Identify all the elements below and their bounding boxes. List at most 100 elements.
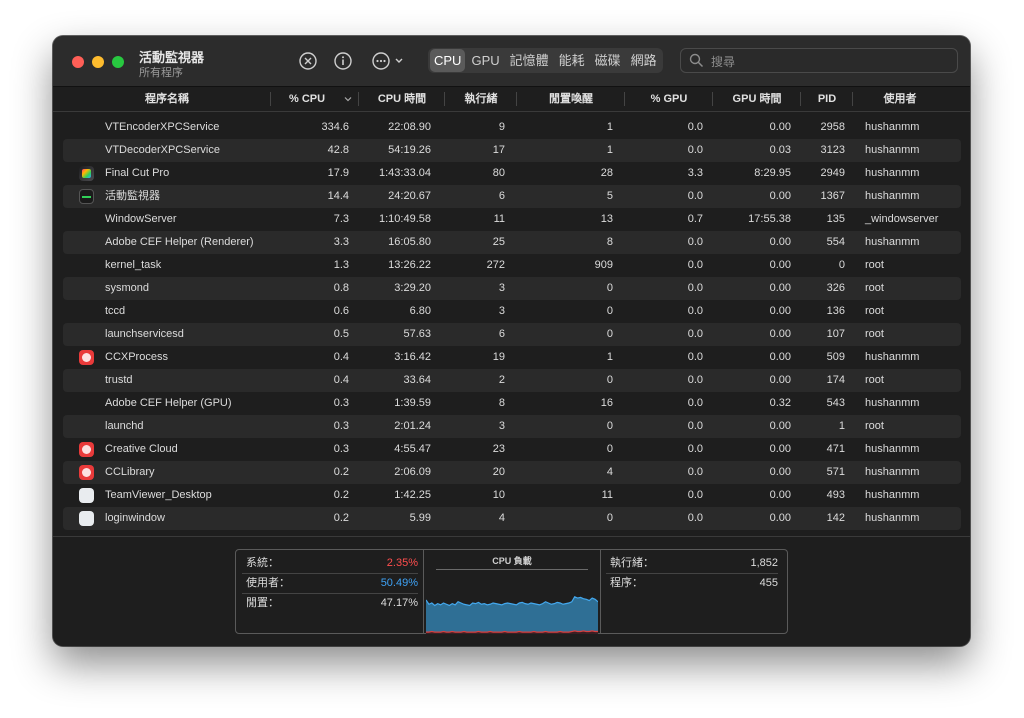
- thread-count: 17: [492, 144, 505, 156]
- idle-wake-ups: 0: [606, 328, 613, 340]
- thread-count: 9: [498, 121, 505, 133]
- info-icon[interactable]: [333, 51, 353, 71]
- table-row[interactable]: CCXProcess 0.4 3:16.42 19 1 0.0 0.00 509 hushanm…: [63, 346, 961, 369]
- table-row[interactable]: sysmond 0.8 3:29.20 3 0 0.0 0.00 326 root: [63, 277, 961, 300]
- cpu-time: 57.63: [403, 328, 431, 340]
- tab-cpu[interactable]: CPU: [430, 49, 466, 72]
- table-row[interactable]: CCLibrary 0.2 2:06.09 20 4 0.0 0.00 571 hushanmm: [63, 461, 961, 484]
- table-row[interactable]: 活動監視器 14.4 24:20.67 6 5 0.0 0.00 1367 hushanmm: [63, 185, 961, 208]
- column-header-gpu-time[interactable]: GPU 時間: [713, 87, 801, 111]
- sort-descending-icon: [344, 95, 352, 103]
- tab-network[interactable]: 網路: [627, 48, 661, 73]
- cpu-summary-panel: 系統： 2.35% 使用者： 50.49% 閒置： 47.17% CPU 負載: [235, 549, 788, 634]
- zoom-window-button[interactable]: [112, 56, 124, 68]
- idle-cpu-stat: 閒置： 47.17%: [242, 594, 418, 613]
- column-header-process-name[interactable]: 程序名稱: [63, 87, 271, 111]
- table-row[interactable]: VTDecoderXPCService 42.8 54:19.26 17 1 0.0 0.0…: [63, 139, 961, 162]
- idle-wake-ups: 909: [594, 259, 613, 271]
- gpu-percent: 0.0: [687, 466, 703, 478]
- user-name: root: [865, 305, 884, 317]
- table-row[interactable]: VTEncoderXPCService 334.6 22:08.90 9 1 0.0 0.0…: [63, 116, 961, 139]
- tab-energy[interactable]: 能耗: [555, 48, 589, 73]
- table-row[interactable]: launchd 0.3 2:01.24 3 0 0.0 0.00 1 root: [63, 415, 961, 438]
- table-row[interactable]: loginwindow 0.2 5.99 4 0 0.0 0.00 142 hushanmm: [63, 507, 961, 530]
- idle-wake-ups: 28: [600, 167, 613, 179]
- gpu-time: 0.00: [769, 351, 791, 363]
- thread-count: 3: [498, 305, 505, 317]
- tab-disk[interactable]: 磁碟: [591, 48, 625, 73]
- idle-cpu-value: 47.17%: [380, 597, 418, 609]
- creative-cloud-icon: [79, 465, 94, 480]
- close-window-button[interactable]: [72, 56, 84, 68]
- gpu-time: 0.00: [769, 236, 791, 248]
- idle-wake-ups: 8: [606, 236, 613, 248]
- column-header-gpu-percent[interactable]: % GPU: [625, 87, 713, 111]
- cpu-percent: 0.3: [333, 397, 349, 409]
- idle-wake-ups: 13: [600, 213, 613, 225]
- cpu-summary-footer: 系統： 2.35% 使用者： 50.49% 閒置： 47.17% CPU 負載: [53, 536, 970, 646]
- idle-wake-ups: 0: [606, 282, 613, 294]
- user-name: hushanmm: [865, 489, 920, 501]
- thread-process-stats: 執行緒： 1,852 程序： 455: [606, 554, 778, 593]
- gpu-time: 0.32: [769, 397, 791, 409]
- window-subtitle[interactable]: 所有程序: [139, 64, 183, 80]
- user-name: hushanmm: [865, 512, 920, 524]
- thread-count: 80: [492, 167, 505, 179]
- gpu-time: 0.00: [769, 374, 791, 386]
- user-name: root: [865, 259, 884, 271]
- idle-wake-ups: 11: [601, 489, 613, 501]
- cpu-time: 1:39.59: [394, 397, 431, 409]
- table-row[interactable]: trustd 0.4 33.64 2 0 0.0 0.00 174 root: [63, 369, 961, 392]
- column-header-threads[interactable]: 執行緒: [445, 87, 517, 111]
- column-header-cpu-time[interactable]: CPU 時間: [359, 87, 445, 111]
- activity-monitor-window: 活動監視器 所有程序 CPU GPU 記憶體 能耗 磁碟 網路 程序名稱: [53, 36, 970, 646]
- column-header-idle-wake-ups[interactable]: 閒置喚醒: [517, 87, 625, 111]
- gpu-time: 0.00: [769, 259, 791, 271]
- table-row[interactable]: Creative Cloud 0.3 4:55.47 23 0 0.0 0.00 471 hus…: [63, 438, 961, 461]
- search-input[interactable]: [709, 51, 953, 72]
- table-row[interactable]: kernel_task 1.3 13:26.22 272 909 0.0 0.00 0 root: [63, 254, 961, 277]
- pid: 509: [826, 351, 845, 363]
- column-header-user[interactable]: 使用者: [853, 87, 947, 111]
- table-header: 程序名稱 % CPU CPU 時間 執行緒 閒置喚醒 % GPU GPU 時間 …: [53, 87, 970, 112]
- table-row[interactable]: launchservicesd 0.5 57.63 6 0 0.0 0.00 107 root: [63, 323, 961, 346]
- thread-count: 11: [493, 213, 505, 225]
- cpu-time: 3:16.42: [394, 351, 431, 363]
- process-table[interactable]: VTEncoderXPCService 334.6 22:08.90 9 1 0.0 0.0…: [53, 116, 970, 534]
- gpu-time: 0.00: [769, 121, 791, 133]
- gpu-time: 0.00: [769, 282, 791, 294]
- thread-count: 6: [498, 190, 505, 202]
- cpu-percent: 0.2: [333, 489, 349, 501]
- gpu-time: 0.00: [769, 512, 791, 524]
- more-actions-icon[interactable]: [371, 51, 407, 71]
- cpu-time: 22:08.90: [388, 121, 431, 133]
- table-row[interactable]: tccd 0.6 6.80 3 0 0.0 0.00 136 root: [63, 300, 961, 323]
- table-row[interactable]: Adobe CEF Helper (GPU) 0.3 1:39.59 8 16 0.0 0.…: [63, 392, 961, 415]
- pid: 1: [838, 420, 845, 432]
- minimize-window-button[interactable]: [92, 56, 104, 68]
- table-row[interactable]: TeamViewer_Desktop 0.2 1:42.25 10 11 0.0 0.00 4…: [63, 484, 961, 507]
- search-box[interactable]: [680, 48, 958, 73]
- pid: 3123: [820, 144, 845, 156]
- cpu-percent: 3.3: [333, 236, 349, 248]
- generic-app-icon: [79, 511, 94, 526]
- cpu-percent: 0.6: [333, 305, 349, 317]
- table-row[interactable]: Adobe CEF Helper (Renderer) 3.3 16:05.80 25…: [63, 231, 961, 254]
- user-name: root: [865, 328, 884, 340]
- tab-gpu[interactable]: GPU: [467, 48, 503, 73]
- thread-count: 3: [498, 282, 505, 294]
- cpu-percent: 7.3: [333, 213, 349, 225]
- table-row[interactable]: Final Cut Pro 17.9 1:43:33.04 80 28 3.3 8:29.9…: [63, 162, 961, 185]
- pid: 471: [826, 443, 845, 455]
- gpu-percent: 0.0: [687, 443, 703, 455]
- user-load-area: [426, 596, 598, 634]
- thread-count: 25: [492, 236, 505, 248]
- user-name: hushanmm: [865, 121, 920, 133]
- creative-cloud-icon: [79, 350, 94, 365]
- cpu-percent: 14.4: [327, 190, 349, 202]
- table-row[interactable]: WindowServer 7.3 1:10:49.58 11 13 0.7 17:55.38…: [63, 208, 961, 231]
- tab-memory[interactable]: 記憶體: [506, 48, 553, 73]
- column-header-cpu-percent[interactable]: % CPU: [271, 87, 359, 111]
- column-header-pid[interactable]: PID: [801, 87, 853, 111]
- stop-process-icon[interactable]: [298, 51, 318, 71]
